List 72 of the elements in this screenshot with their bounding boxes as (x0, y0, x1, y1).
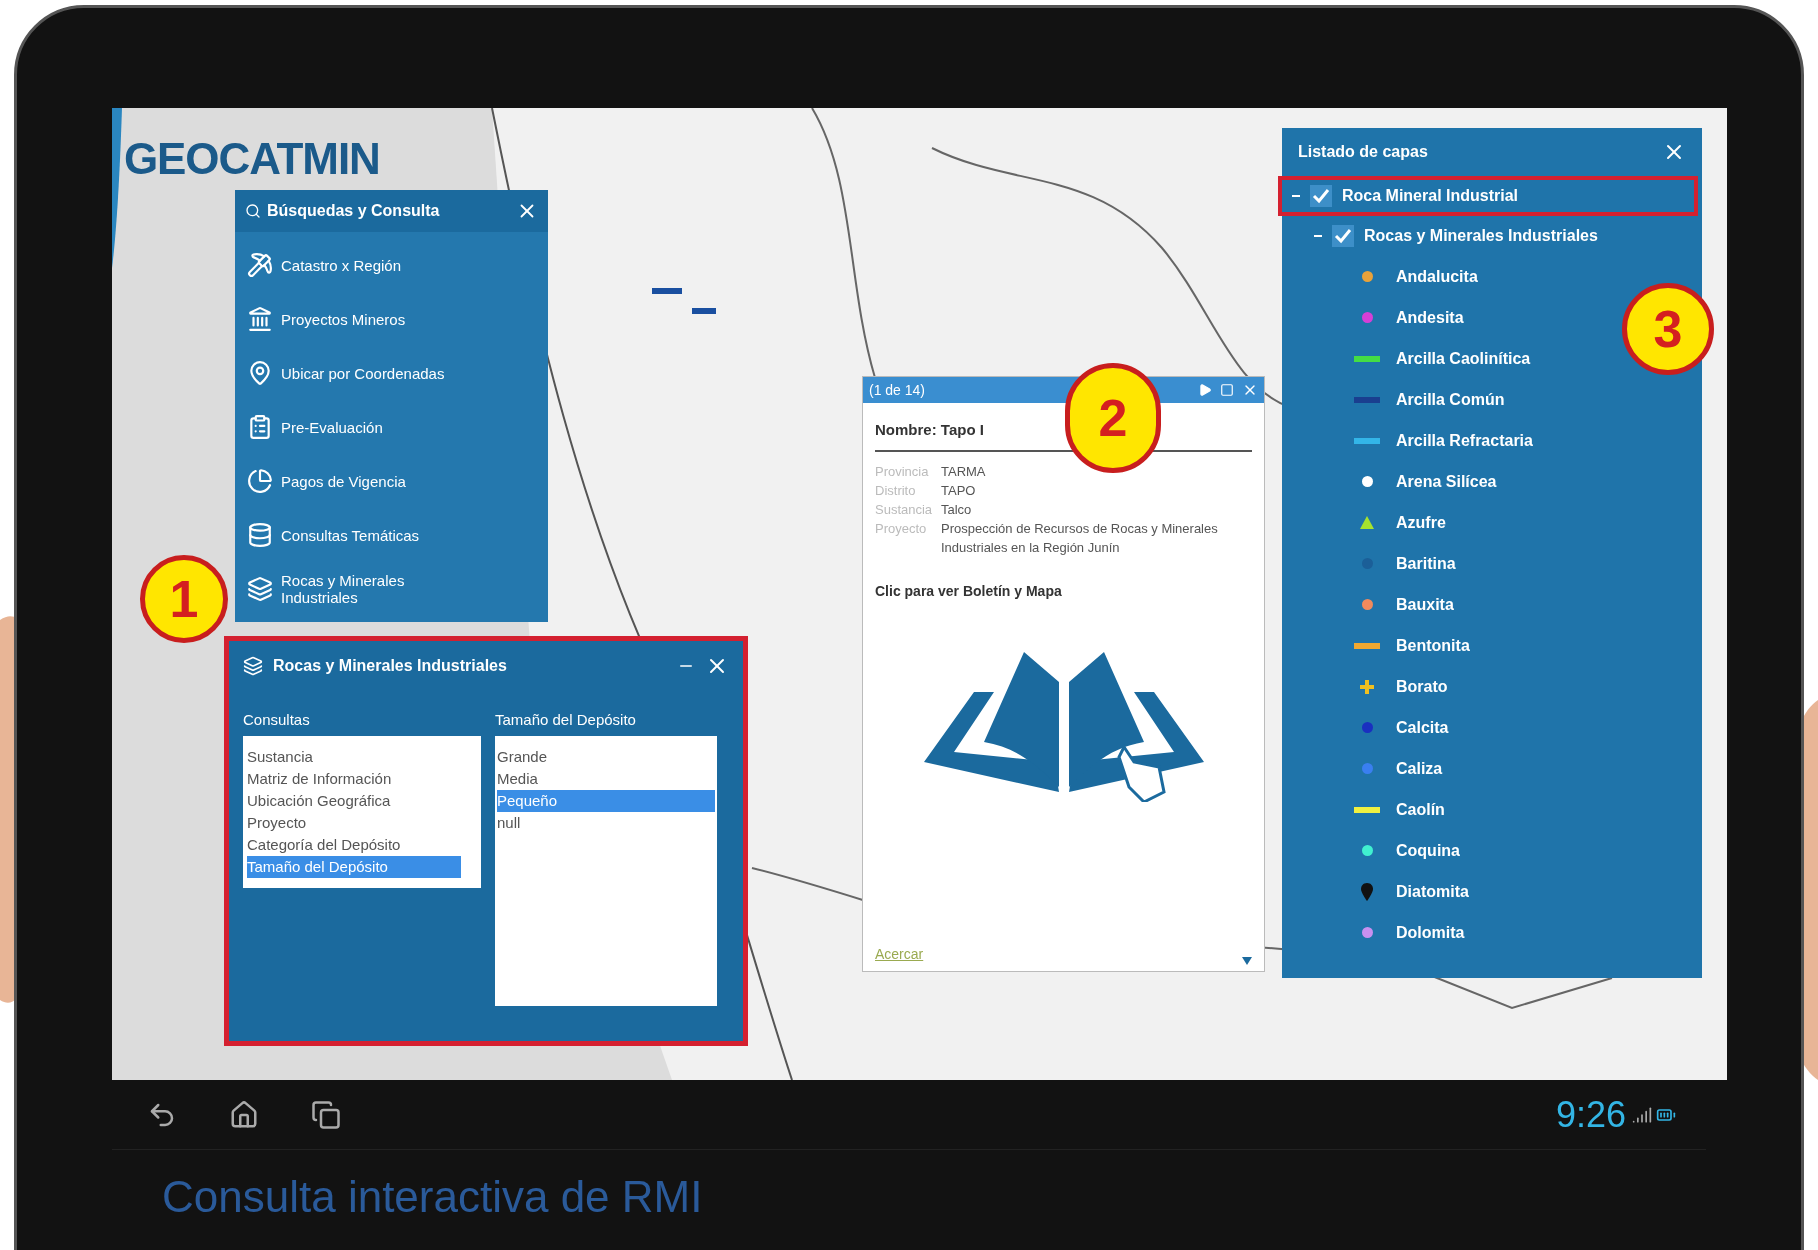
layer-label[interactable]: Caliza (1396, 756, 1443, 781)
clipboard-icon (247, 414, 273, 440)
layer-row[interactable]: Rocas y Minerales Industriales (1278, 216, 1698, 256)
field-label: Proyecto (875, 519, 928, 538)
layer-label[interactable]: Coquina (1396, 838, 1460, 863)
search-icon (245, 203, 261, 219)
field-value: TAPO (941, 481, 976, 500)
menu-item[interactable]: Rocas y Minerales Industriales (247, 562, 536, 616)
layer-label[interactable]: Bentonita (1396, 633, 1470, 658)
layer-label[interactable]: Azufre (1396, 510, 1446, 535)
bulletin-link[interactable]: Clic para ver Boletín y Mapa (875, 580, 1252, 602)
layer-label[interactable]: Arena Silícea (1396, 469, 1497, 494)
app-logo: GEOCATMIN (124, 134, 380, 183)
layer-label[interactable]: Borato (1396, 674, 1448, 699)
list-option[interactable]: Media (497, 767, 715, 790)
field-value: Prospección de Recursos de Rocas y Minerales Industriales en la Región Junín (941, 519, 1219, 557)
panel-title: Rocas y Minerales Industriales (273, 656, 508, 676)
menu-item[interactable]: Pre-Evaluación (247, 400, 536, 454)
layer-label[interactable]: Rocas y Minerales Industriales (1364, 224, 1598, 248)
next-icon[interactable] (1198, 383, 1212, 397)
field-label: Sustancia (875, 500, 934, 519)
layer-label[interactable]: Arcilla Caolinítica (1396, 346, 1531, 371)
layer-label[interactable]: Andesita (1396, 305, 1464, 330)
layers-icon (247, 576, 273, 602)
list-option[interactable]: null (497, 811, 715, 834)
caption: Consulta interactiva de RMI (162, 1172, 703, 1221)
layer-label[interactable]: Roca Mineral Industrial (1342, 184, 1519, 208)
layer-label[interactable]: Arcilla Común (1396, 387, 1505, 412)
menu-item[interactable]: Proyectos Mineros (247, 292, 536, 346)
layer-label[interactable]: Dolomita (1396, 920, 1465, 945)
layer-label[interactable]: Baritina (1396, 551, 1456, 576)
list-option[interactable]: Sustancia (247, 745, 461, 768)
query-list[interactable]: Sustancia Matriz de Información Ubicación Geográfica Proyecto Categoría del Depósito Tamaño del Depósito (243, 735, 481, 888)
database-icon (247, 522, 273, 548)
pick-icon (247, 252, 273, 278)
list-option[interactable]: Ubicación Geográfica (247, 789, 461, 812)
layer-label[interactable]: Arcilla Refractaria (1396, 428, 1533, 453)
list-option[interactable]: Proyecto (247, 811, 461, 834)
list-label: Consultas (243, 710, 311, 730)
menu-item[interactable]: Consultas Temáticas (247, 508, 536, 562)
layer-label[interactable]: Bauxita (1396, 592, 1454, 617)
field-value: TARMA (941, 462, 986, 481)
popup-counter: (1 de 14) (869, 380, 927, 400)
menu-item[interactable]: Ubicar por Coordenadas (247, 346, 536, 400)
map-pin-icon (247, 360, 273, 386)
menu-item[interactable]: Pagos de Vigencia (247, 454, 536, 508)
dropdown-arrow-icon[interactable] (1242, 957, 1252, 965)
panel-title: Listado de capas (1298, 142, 1429, 162)
panel-title: Búsquedas y Consulta (267, 201, 441, 221)
field-label: Provincia (875, 462, 930, 481)
layer-checkbox[interactable] (1310, 185, 1332, 207)
list-label: Tamaño del Depósito (495, 710, 637, 730)
list-option[interactable]: Pequeño (497, 789, 715, 812)
list-option[interactable]: Grande (497, 745, 715, 768)
field-label: Distrito (875, 481, 917, 500)
status-clock: 9:26 (1555, 1092, 1626, 1137)
menu-item[interactable]: Catastro x Región (247, 238, 536, 292)
maximize-icon[interactable] (1220, 383, 1234, 397)
zoom-link[interactable]: Acercar (875, 944, 924, 965)
value-list[interactable]: Grande Media Pequeño null (495, 735, 717, 1006)
list-option[interactable]: Matriz de Información (247, 767, 461, 790)
list-option[interactable]: Categoría del Depósito (247, 833, 461, 856)
layer-label[interactable]: Diatomita (1396, 879, 1469, 904)
pie-icon (247, 468, 273, 494)
layer-checkbox[interactable] (1332, 225, 1354, 247)
layers-icon (243, 656, 263, 676)
list-option[interactable]: Tamaño del Depósito (247, 855, 461, 878)
field-value: Talco (941, 500, 972, 519)
layer-label[interactable]: Calcita (1396, 715, 1449, 740)
layer-label[interactable]: Caolín (1396, 797, 1445, 822)
layer-label[interactable]: Andalucita (1396, 264, 1478, 289)
layer-row[interactable]: Roca Mineral Industrial (1278, 176, 1698, 216)
